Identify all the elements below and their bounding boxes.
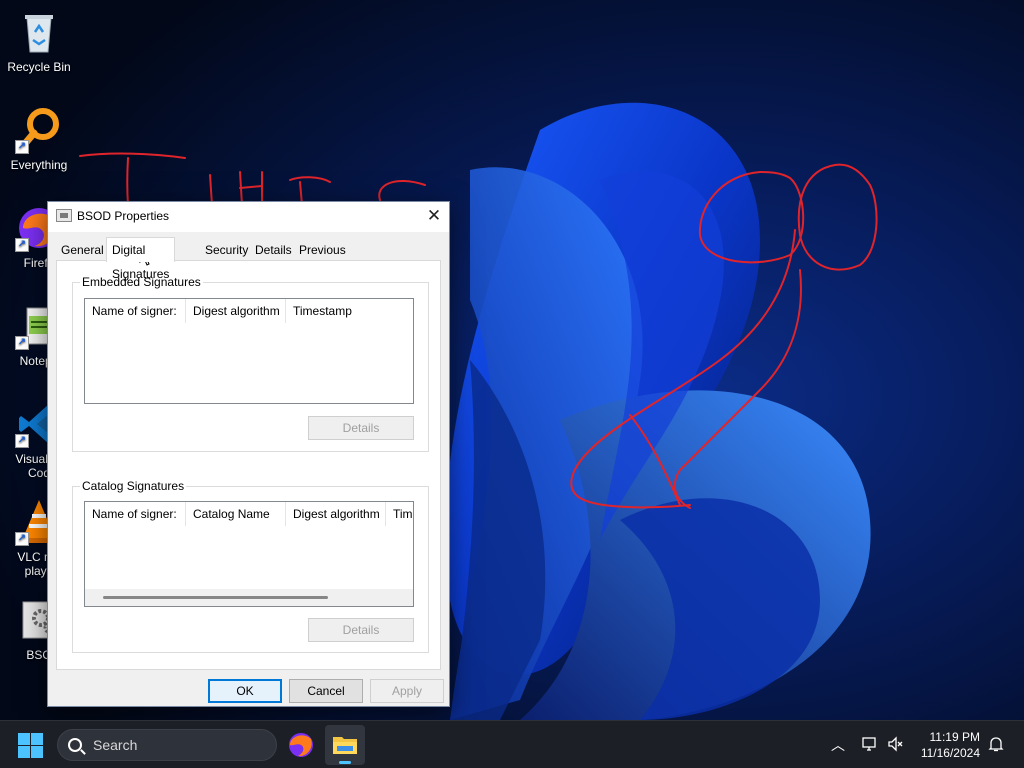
list-header: Name of signer: Digest algorithm Timesta… bbox=[85, 299, 413, 323]
search-placeholder: Search bbox=[93, 737, 138, 753]
embedded-signatures-list[interactable]: Name of signer: Digest algorithm Timesta… bbox=[84, 298, 414, 404]
catalog-signatures-group: Catalog Signatures Name of signer: Catal… bbox=[72, 479, 429, 653]
active-app-indicator bbox=[339, 761, 351, 764]
notification-bell-icon[interactable] bbox=[986, 735, 1006, 755]
apply-button[interactable]: Apply bbox=[370, 679, 444, 703]
dialog-titlebar[interactable]: BSOD Properties ✕ bbox=[48, 202, 449, 232]
digital-signatures-panel: Embedded Signatures Name of signer: Dige… bbox=[56, 260, 441, 670]
tab-general[interactable]: General bbox=[56, 239, 109, 261]
volume-muted-icon[interactable] bbox=[886, 735, 906, 755]
system-clock[interactable]: 11:19 PM 11/16/2024 bbox=[921, 729, 980, 761]
recycle-bin-icon bbox=[15, 8, 63, 56]
taskbar-firefox[interactable] bbox=[281, 725, 321, 765]
file-explorer-icon bbox=[333, 737, 357, 754]
group-title: Catalog Signatures bbox=[80, 479, 187, 493]
shortcut-arrow-icon: ↗ bbox=[15, 532, 29, 546]
tab-security[interactable]: Security bbox=[200, 239, 253, 261]
embedded-signatures-group: Embedded Signatures Name of signer: Dige… bbox=[72, 275, 429, 452]
windows-logo-tile bbox=[31, 746, 43, 758]
taskbar-search-box[interactable]: Search bbox=[57, 729, 277, 761]
column-header-time[interactable]: Time bbox=[386, 502, 413, 526]
column-header-signer[interactable]: Name of signer: bbox=[85, 502, 186, 526]
network-icon[interactable] bbox=[860, 735, 880, 755]
firefox-icon bbox=[289, 733, 313, 757]
windows-logo-tile bbox=[18, 746, 30, 758]
cancel-button[interactable]: Cancel bbox=[289, 679, 363, 703]
scrollbar-thumb[interactable] bbox=[103, 596, 328, 599]
file-properties-icon bbox=[56, 209, 72, 222]
taskbar-file-explorer[interactable] bbox=[325, 725, 365, 765]
catalog-details-button[interactable]: Details bbox=[308, 618, 414, 642]
column-header-signer[interactable]: Name of signer: bbox=[85, 299, 186, 323]
horizontal-scrollbar[interactable] bbox=[85, 589, 413, 606]
column-header-digest[interactable]: Digest algorithm bbox=[286, 502, 386, 526]
tab-details[interactable]: Details bbox=[250, 239, 297, 261]
column-header-timestamp[interactable]: Timestamp bbox=[286, 299, 413, 323]
start-button[interactable] bbox=[18, 733, 44, 759]
shortcut-arrow-icon: ↗ bbox=[15, 140, 29, 154]
taskbar: Search ︿ 11:19 PM 11/16/2024 bbox=[0, 720, 1024, 768]
embedded-details-button[interactable]: Details bbox=[308, 416, 414, 440]
dialog-title: BSOD Properties bbox=[77, 209, 170, 223]
windows-logo-icon bbox=[18, 733, 30, 745]
properties-dialog: BSOD Properties ✕ General Digital Signat… bbox=[47, 201, 450, 707]
desktop-icon-label: Everything bbox=[10, 158, 68, 172]
clock-time: 11:19 PM bbox=[929, 730, 980, 744]
desktop-icon-label: Recycle Bin bbox=[7, 60, 71, 74]
ok-button[interactable]: OK bbox=[208, 679, 282, 703]
shortcut-arrow-icon: ↗ bbox=[15, 238, 29, 252]
shortcut-arrow-icon: ↗ bbox=[15, 434, 29, 448]
everything-search-icon: ↗ bbox=[15, 106, 63, 154]
clock-date: 11/16/2024 bbox=[920, 746, 980, 760]
windows-logo-tile bbox=[31, 733, 43, 745]
desktop-icon-everything[interactable]: ↗ Everything bbox=[0, 106, 78, 172]
desktop-icon-recycle-bin[interactable]: Recycle Bin bbox=[0, 8, 78, 74]
chevron-up-icon[interactable]: ︿ bbox=[828, 735, 848, 755]
close-button[interactable]: ✕ bbox=[419, 202, 449, 232]
tab-previous-versions[interactable]: Previous Versions bbox=[294, 239, 351, 279]
search-icon bbox=[68, 738, 82, 752]
catalog-signatures-list[interactable]: Name of signer: Catalog Name Digest algo… bbox=[84, 501, 414, 607]
tab-digital-signatures[interactable]: Digital Signatures bbox=[106, 237, 176, 281]
shortcut-arrow-icon: ↗ bbox=[15, 336, 29, 350]
column-header-digest[interactable]: Digest algorithm bbox=[186, 299, 286, 323]
list-header: Name of signer: Catalog Name Digest algo… bbox=[85, 502, 413, 526]
column-header-catalog-name[interactable]: Catalog Name bbox=[186, 502, 286, 526]
